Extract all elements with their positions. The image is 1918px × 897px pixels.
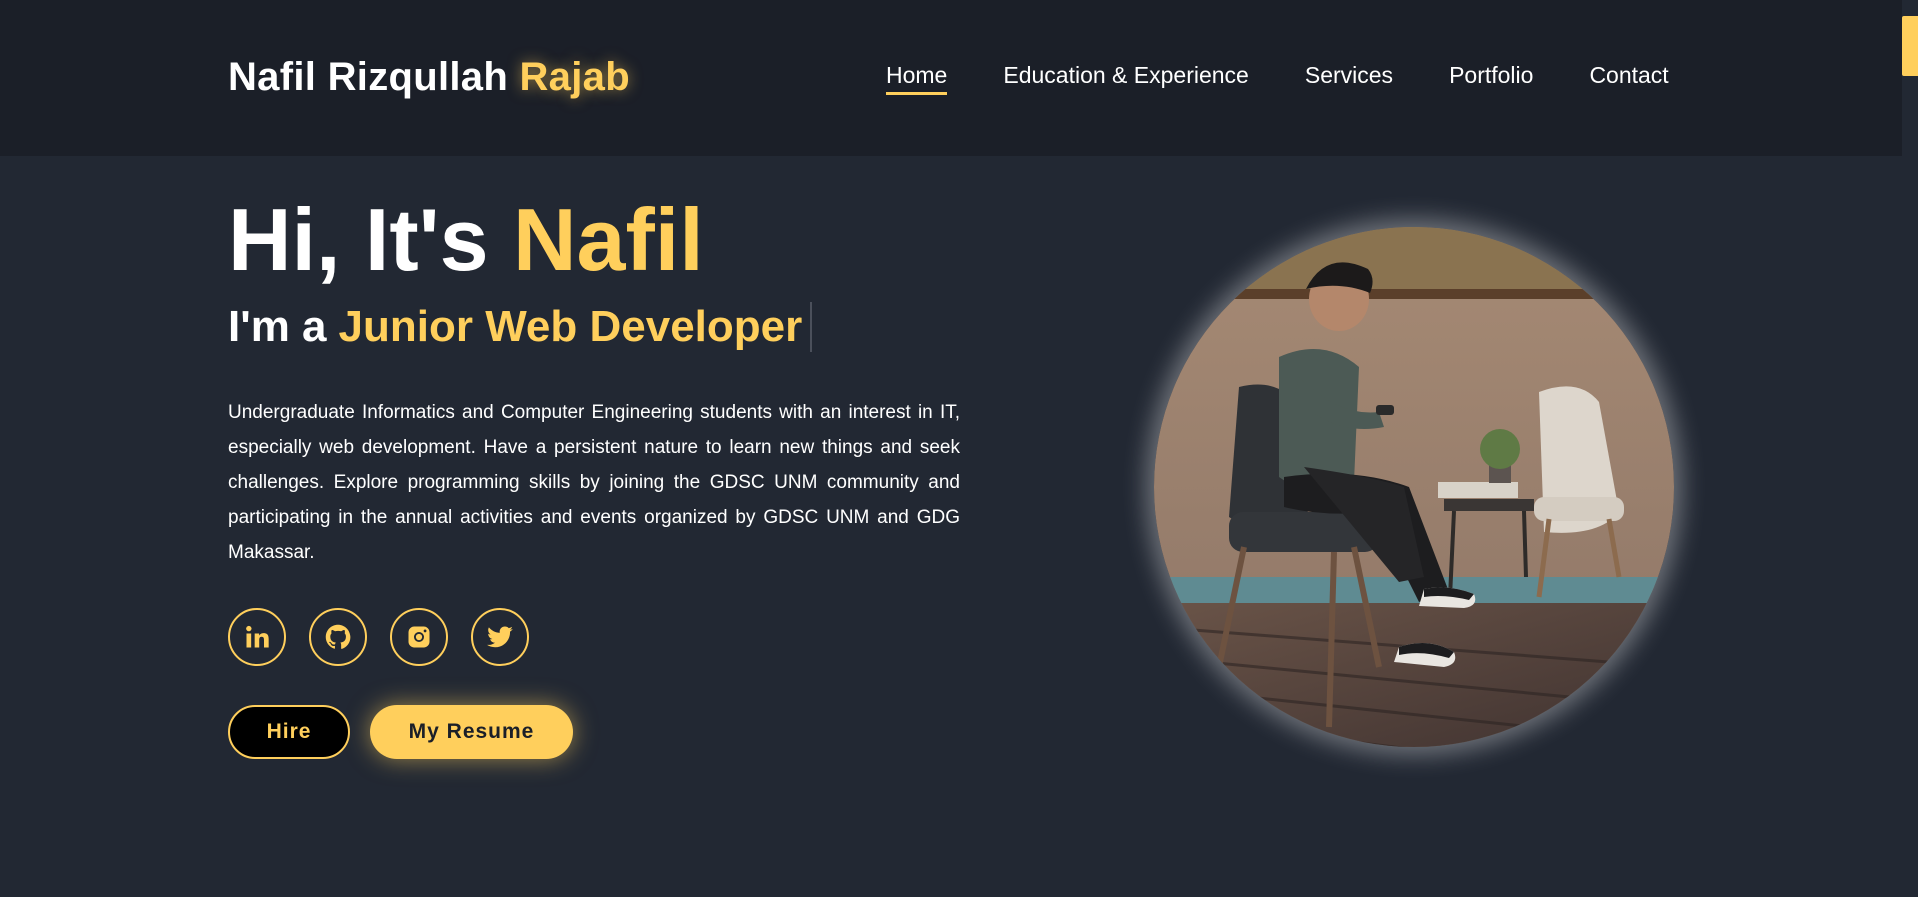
nav-education-experience[interactable]: Education & Experience [1003, 62, 1249, 89]
hero-greeting: Hi, It's [228, 190, 489, 289]
twitter-icon [487, 626, 513, 648]
role-prefix: I'm a [228, 302, 327, 351]
hero-heading: Hi, It's Nafil [228, 196, 704, 284]
profile-photo [1154, 227, 1674, 747]
typing-cursor [810, 302, 813, 352]
nav-home[interactable]: Home [886, 62, 948, 95]
profile-photo-illustration [1154, 227, 1674, 747]
linkedin-icon [246, 625, 269, 648]
main-nav: Home Education & Experience Services Por… [886, 62, 1669, 95]
instagram-icon [408, 626, 430, 648]
scrollbar-track[interactable] [1902, 0, 1918, 897]
nav-contact[interactable]: Contact [1589, 62, 1668, 89]
logo-first-name: Nafil Rizqullah [228, 55, 509, 99]
hero-name: Nafil [512, 190, 704, 289]
instagram-link[interactable] [390, 608, 448, 666]
linkedin-link[interactable] [228, 608, 286, 666]
github-icon [325, 624, 351, 649]
site-header: Nafil Rizqullah Rajab Home Education & E… [0, 0, 1902, 156]
about-paragraph: Undergraduate Informatics and Computer E… [228, 402, 960, 563]
hero-subtitle: I'm a Junior Web Developer [228, 302, 813, 352]
nav-services[interactable]: Services [1305, 62, 1393, 89]
hire-button[interactable]: Hire [228, 705, 350, 759]
site-logo[interactable]: Nafil Rizqullah Rajab [228, 55, 630, 100]
social-links [228, 608, 529, 666]
logo-last-name: Rajab [519, 55, 630, 99]
scrollbar-thumb[interactable] [1902, 16, 1918, 76]
github-link[interactable] [309, 608, 367, 666]
role-text: Junior Web Developer [338, 302, 803, 351]
resume-button[interactable]: My Resume [370, 705, 573, 759]
twitter-link[interactable] [471, 608, 529, 666]
nav-portfolio[interactable]: Portfolio [1449, 62, 1533, 89]
